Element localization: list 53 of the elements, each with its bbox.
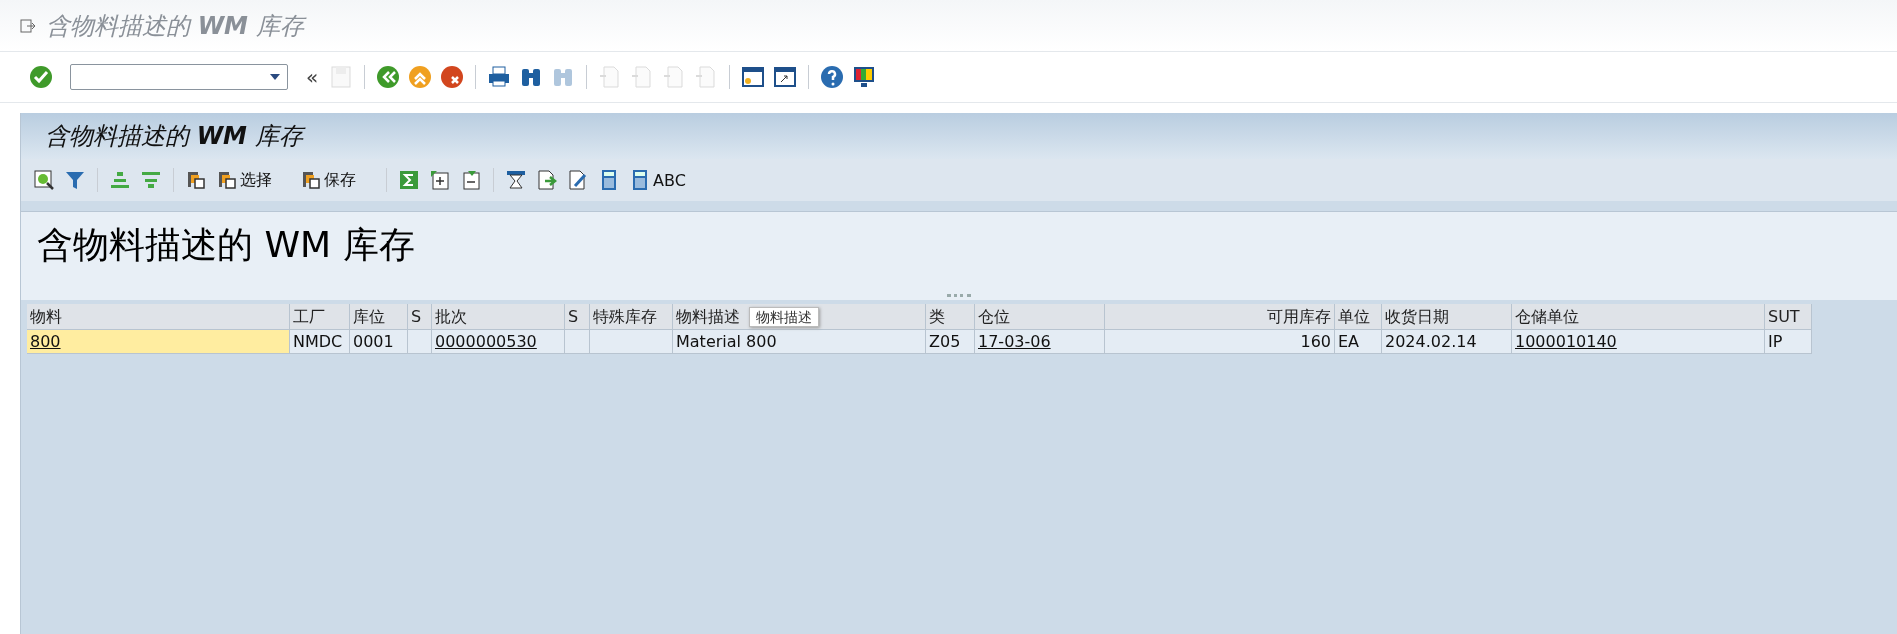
table-cell: [408, 330, 432, 354]
column-header[interactable]: 批次: [432, 304, 565, 330]
column-header[interactable]: 收货日期: [1382, 304, 1512, 330]
details-icon[interactable]: [33, 169, 55, 191]
table-cell: EA: [1335, 330, 1382, 354]
table-link[interactable]: 800: [27, 330, 290, 354]
table-link[interactable]: 1000010140: [1512, 330, 1765, 354]
layout-icon[interactable]: [216, 169, 238, 191]
column-header[interactable]: 可用库存: [1105, 304, 1335, 330]
table-link[interactable]: 17-03-06: [975, 330, 1105, 354]
new-window-icon[interactable]: [740, 64, 767, 90]
column-header[interactable]: 特殊库存: [590, 304, 673, 330]
column-header[interactable]: 仓位: [975, 304, 1105, 330]
cancel-icon[interactable]: [439, 64, 466, 90]
layout-icon[interactable]: [300, 169, 322, 191]
column-header[interactable]: 仓储单位: [1512, 304, 1765, 330]
column-header[interactable]: S: [408, 304, 432, 330]
table-cell: NMDC: [290, 330, 350, 354]
column-header[interactable]: 库位: [350, 304, 408, 330]
table-cell: 0001: [350, 330, 408, 354]
toolbar-button[interactable]: ABC: [627, 169, 688, 191]
table-cell: 2024.02.14: [1382, 330, 1512, 354]
export-icon[interactable]: [536, 169, 558, 191]
collapse-button[interactable]: «: [302, 65, 323, 89]
table-cell: Z05: [926, 330, 975, 354]
check-icon[interactable]: [28, 64, 54, 90]
column-header[interactable]: 物料: [27, 304, 290, 330]
column-header[interactable]: 单位: [1335, 304, 1382, 330]
help-icon[interactable]: [819, 64, 846, 90]
command-field[interactable]: [70, 64, 288, 90]
column-header[interactable]: SUT: [1765, 304, 1812, 330]
edit-icon[interactable]: [567, 169, 589, 191]
shortcut-icon[interactable]: [772, 64, 799, 90]
layout-icon[interactable]: [185, 169, 207, 191]
table-cell: Material 800: [673, 330, 926, 354]
table-cell: IP: [1765, 330, 1812, 354]
toolbar-button[interactable]: 选择: [214, 169, 274, 191]
toolbar-button[interactable]: 保存: [298, 169, 358, 191]
column-header[interactable]: S: [565, 304, 590, 330]
table-cell: 160: [1105, 330, 1335, 354]
column-header[interactable]: 类: [926, 304, 975, 330]
report-title: 含物料描述的 WM 库存: [37, 222, 415, 267]
table-cell: [565, 330, 590, 354]
column-header[interactable]: 工厂: [290, 304, 350, 330]
dropdown-icon[interactable]: [269, 73, 281, 81]
subtotal-expand-icon[interactable]: [429, 169, 451, 191]
table-link[interactable]: 0000000530: [432, 330, 565, 354]
filter-icon[interactable]: [64, 169, 86, 191]
tooltip: 物料描述: [749, 307, 819, 327]
sum-icon[interactable]: [398, 169, 420, 191]
back-icon[interactable]: [375, 64, 402, 90]
subtotal-collapse-icon[interactable]: [460, 169, 482, 191]
hourglass-icon[interactable]: [505, 169, 527, 191]
